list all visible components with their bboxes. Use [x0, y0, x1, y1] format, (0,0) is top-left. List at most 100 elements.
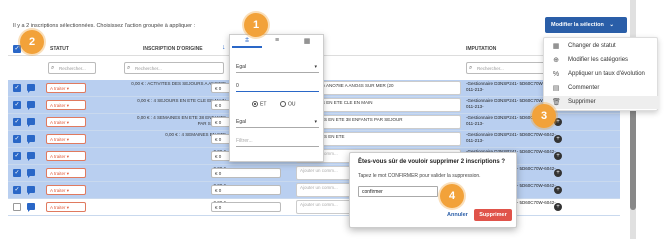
header-origine: INSCRIPTION D'ORIGINE [143, 46, 203, 52]
menu-item-delete[interactable]: 🗑 Supprimer [544, 96, 659, 109]
row-checkbox[interactable] [13, 203, 21, 211]
search-placeholder: Rechercher... [135, 66, 162, 71]
amount-value: 0 [218, 154, 222, 159]
status-dropdown[interactable]: A traiter ▾ [46, 168, 86, 178]
comment-icon[interactable] [27, 152, 35, 161]
status-label: A traiter [50, 154, 66, 159]
row-checkbox[interactable]: ✓ [13, 186, 21, 194]
status-label: A traiter [50, 171, 66, 176]
modify-selection-label: Modifier la sélection [551, 22, 604, 28]
status-label: A traiter [50, 103, 66, 108]
add-icon[interactable]: + [554, 169, 562, 177]
search-placeholder: Rechercher... [59, 66, 86, 71]
and-radio[interactable]: ET [252, 101, 266, 107]
search-icon: ⌕ [127, 65, 131, 71]
amount-field[interactable]: € 0 [211, 185, 281, 195]
add-icon[interactable]: + [554, 186, 562, 194]
row-checkbox[interactable]: ✓ [13, 152, 21, 160]
screen: Il y a 2 inscriptions sélectionnées. Cho… [0, 0, 670, 239]
comment-icon[interactable] [27, 203, 35, 212]
add-icon[interactable]: + [554, 152, 562, 160]
comment-icon[interactable] [27, 84, 35, 93]
filter-operator-2-label: Egal [236, 119, 247, 125]
search-origine[interactable]: ⌕ Rechercher... [124, 62, 224, 74]
amount-value: 0 [218, 103, 222, 108]
trash-icon: 🗑 [552, 99, 561, 106]
or-label: OU [288, 101, 296, 108]
modify-selection-button[interactable]: Modifier la sélection ⌄ [545, 17, 627, 33]
confirm-input[interactable]: confirmer [358, 186, 438, 197]
imputation-text: -Gestionnaire D3NSP241- 5D60C70W-6042-01… [466, 132, 556, 143]
menu-item-change-status[interactable]: ▦ Changer de statut [544, 40, 659, 53]
menu-item-categories[interactable]: ⊕ Modifier les catégories [544, 54, 659, 67]
table-row[interactable]: ✓ A traiter ▾ 0,00 € € 0 Ajouter un comm… [8, 165, 620, 182]
status-dropdown[interactable]: A traiter ▾ [46, 100, 86, 110]
cancel-button[interactable]: Annuler [447, 212, 468, 218]
radio-on-icon [252, 101, 258, 107]
search-statut[interactable]: ⌕ Rechercher... [48, 62, 96, 74]
comment-icon[interactable] [27, 186, 35, 195]
header-imputation: IMPUTATION [466, 46, 497, 52]
filter-value-1[interactable]: 0 [236, 81, 319, 92]
filter-operator-1-label: Egal [236, 64, 247, 70]
amount-value: 0 [218, 137, 222, 142]
add-icon[interactable]: + [554, 135, 562, 143]
columns-tab-icon[interactable]: ≡ [262, 37, 292, 48]
status-label: A traiter [50, 137, 66, 142]
amount-value: 0 [218, 205, 222, 210]
status-dropdown[interactable]: A traiter ▾ [46, 202, 86, 212]
row-checkbox[interactable]: ✓ [13, 101, 21, 109]
menu-label: Commenter [568, 85, 600, 91]
step-badge-4: 4 [440, 184, 464, 208]
comment-icon[interactable] [27, 135, 35, 144]
table-row[interactable]: A traiter ▾ 0,00 € € 0 Ajouter un comm..… [8, 199, 620, 216]
row-checkbox[interactable]: ✓ [13, 135, 21, 143]
column-filter-popup: ⩲ ≡ ▦ Egal ▾ 0 ET OU Egal ▾ Filtrer... [229, 34, 324, 162]
search-placeholder: Rechercher... [477, 66, 504, 71]
search-icon: ⌕ [469, 65, 473, 71]
status-dropdown[interactable]: A traiter ▾ [46, 151, 86, 161]
search-icon: ⌕ [51, 65, 55, 71]
status-label: A traiter [50, 188, 66, 193]
comment-icon[interactable] [27, 101, 35, 110]
amount-value: 0 [218, 188, 222, 193]
table-row[interactable]: ✓ A traiter ▾ 0,00 € € 0 Ajouter un comm… [8, 182, 620, 199]
status-dropdown[interactable]: A traiter ▾ [46, 185, 86, 195]
comment-icon[interactable] [27, 118, 35, 127]
menu-item-rate[interactable]: % Appliquer un taux d'évolution [544, 68, 659, 81]
filter-operator-2[interactable]: Egal ▾ [236, 118, 319, 128]
comment-icon: ▤ [552, 85, 560, 92]
bulk-action-menu: ▦ Changer de statut ⊕ Modifier les catégor… [543, 37, 659, 111]
filter-operator-1[interactable]: Egal ▾ [236, 63, 319, 73]
status-label: A traiter [50, 205, 66, 210]
add-icon[interactable]: + [554, 203, 562, 211]
row-checkbox[interactable]: ✓ [13, 169, 21, 177]
amount-value: 0 [218, 86, 222, 91]
sort-arrow-icon[interactable]: ↓ [222, 44, 226, 51]
filter-tab-icon[interactable]: ⩲ [232, 37, 262, 48]
row-checkbox[interactable]: ✓ [13, 84, 21, 92]
row-checkbox[interactable]: ✓ [13, 118, 21, 126]
status-dropdown[interactable]: A traiter ▾ [46, 117, 86, 127]
caret-down-icon: ▾ [314, 64, 317, 70]
search-imputation[interactable]: ⌕ Rechercher... [466, 62, 546, 74]
chevron-down-icon: ⌄ [609, 22, 615, 28]
delete-confirm-dialog: Êtes-vous sûr de vouloir supprimer 2 ins… [349, 152, 517, 228]
caret-down-icon: ▾ [314, 119, 317, 125]
amount-field[interactable]: € 0 [211, 168, 281, 178]
filter-value-2[interactable]: Filtrer... [236, 136, 319, 147]
amount-field[interactable]: € 0 [211, 202, 281, 212]
dialog-title: Êtes-vous sûr de vouloir supprimer 2 ins… [358, 159, 506, 165]
status-dropdown[interactable]: A traiter ▾ [46, 83, 86, 93]
or-radio[interactable]: OU [280, 101, 296, 107]
step-badge-3: 3 [532, 104, 556, 128]
amount-value: 0 [218, 120, 222, 125]
step-badge-1: 1 [244, 13, 268, 37]
status-dropdown[interactable]: A traiter ▾ [46, 134, 86, 144]
delete-button[interactable]: Supprimer [474, 209, 512, 221]
comment-icon[interactable] [27, 169, 35, 178]
selection-summary: Il y a 2 inscriptions sélectionnées. Cho… [13, 23, 196, 29]
menu-item-comment[interactable]: ▤ Commenter [544, 82, 659, 95]
status-label: A traiter [50, 86, 66, 91]
grid-tab-icon[interactable]: ▦ [292, 37, 322, 48]
